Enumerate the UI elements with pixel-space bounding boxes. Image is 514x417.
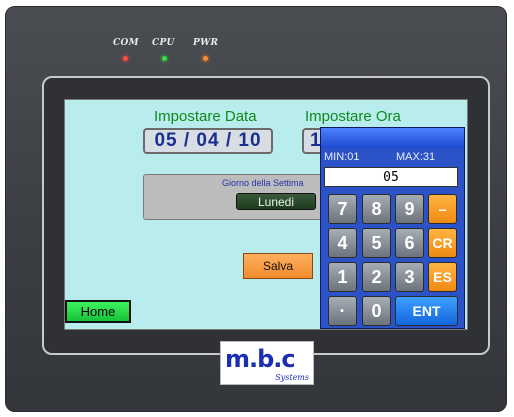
date-title: Impostare Data: [154, 108, 257, 125]
keypad-entry-field[interactable]: 05: [324, 167, 458, 187]
key-4[interactable]: 4: [328, 228, 357, 258]
pwr-led-icon: [203, 56, 208, 61]
keypad-min-label: MIN:01: [324, 151, 360, 163]
pwr-label: PWR: [193, 38, 219, 48]
key-9[interactable]: 9: [395, 194, 424, 224]
key-6[interactable]: 6: [395, 228, 424, 258]
key-minus[interactable]: –: [428, 194, 457, 224]
key-1[interactable]: 1: [328, 262, 357, 292]
key-2[interactable]: 2: [362, 262, 391, 292]
key-cr[interactable]: CR: [428, 228, 457, 258]
home-button[interactable]: Home: [65, 300, 131, 323]
key-3[interactable]: 3: [395, 262, 424, 292]
key-8[interactable]: 8: [362, 194, 391, 224]
key-7[interactable]: 7: [328, 194, 357, 224]
date-field[interactable]: 05 / 04 / 10: [143, 128, 273, 154]
mbc-logo: m.b.c Systems: [220, 341, 314, 385]
logo-mark: m.b.c: [225, 345, 296, 373]
key-0[interactable]: 0: [362, 296, 391, 326]
com-label: COM: [113, 38, 139, 48]
keypad-title-bar[interactable]: [321, 128, 464, 148]
key-ent[interactable]: ENT: [395, 296, 458, 326]
logo-subtitle: Systems: [275, 373, 309, 382]
cpu-led-icon: [162, 56, 167, 61]
time-title: Impostare Ora: [305, 108, 401, 125]
save-button[interactable]: Salva: [243, 253, 313, 279]
keypad-max-label: MAX:31: [396, 151, 436, 163]
key-5[interactable]: 5: [362, 228, 391, 258]
weekday-label: Giorno della Settima: [222, 178, 304, 188]
cpu-label: CPU: [152, 38, 175, 48]
key-dot[interactable]: ·: [328, 296, 357, 326]
key-es[interactable]: ES: [428, 262, 457, 292]
com-led-icon: [123, 56, 128, 61]
weekday-selector[interactable]: Lunedi: [236, 193, 316, 210]
